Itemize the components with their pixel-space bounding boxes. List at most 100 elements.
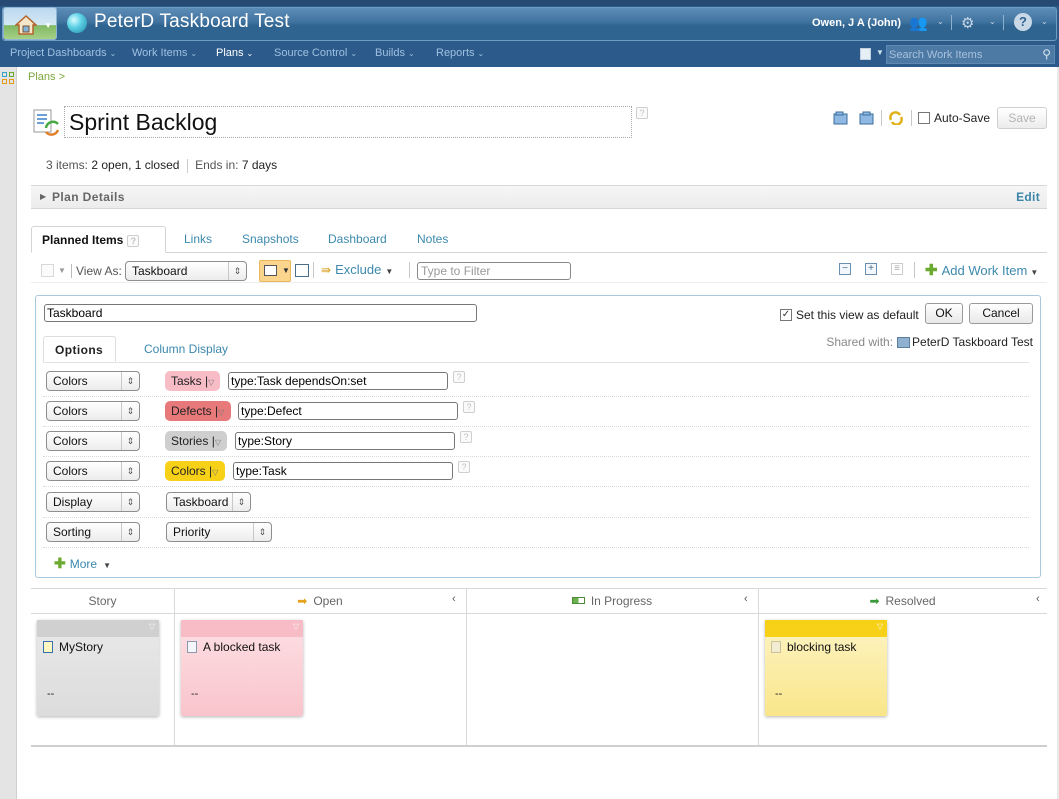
chevron-down-icon[interactable]: ⌄ <box>937 17 944 26</box>
search-input[interactable] <box>889 47 1034 62</box>
chevron-down-icon: ⌄ <box>350 49 358 58</box>
plan-details-label[interactable]: Plan Details <box>52 190 125 204</box>
color-pill-tasks[interactable]: Tasks |▽ <box>165 371 220 391</box>
help-icon[interactable]: ? <box>463 401 475 413</box>
rule-type-select[interactable]: Colors ⇕ <box>46 431 140 451</box>
columns-icon[interactable] <box>295 264 309 277</box>
view-as-select[interactable]: Taskboard ⇕ <box>125 261 247 281</box>
tab-notes[interactable]: Notes <box>417 232 448 246</box>
chevron-down-icon[interactable]: ▽ <box>293 622 299 631</box>
sorting-type-value: Sorting <box>53 525 92 539</box>
add-work-item-button[interactable]: ✚ Add Work Item ▼ <box>925 261 1038 279</box>
work-item-card[interactable]: ▽ MyStory -- <box>37 620 159 716</box>
set-default-checkbox[interactable]: ✓ <box>780 309 792 321</box>
mini-dashboard-icon[interactable] <box>2 72 15 85</box>
gear-icon[interactable]: ⚙ <box>961 14 974 32</box>
users-icon[interactable]: 👥 <box>909 14 928 32</box>
user-name[interactable]: Owen, J A (John) <box>812 17 901 29</box>
card-title-text[interactable]: MyStory <box>59 640 103 654</box>
rule-query-input[interactable] <box>235 432 455 450</box>
card-title-text[interactable]: A blocked task <box>203 640 280 654</box>
expand-window-icon[interactable] <box>858 111 874 125</box>
rule-type-select[interactable]: Colors ⇕ <box>46 401 140 421</box>
set-default-toggle[interactable]: ✓ Set this view as default <box>780 308 919 322</box>
collapse-column-icon[interactable]: ‹ <box>1036 593 1040 605</box>
help-icon[interactable]: ? <box>453 371 465 383</box>
column-header-story: Story <box>31 594 174 608</box>
exclude-button[interactable]: ⇛ Exclude ▼ <box>321 262 393 277</box>
rule-query-input[interactable] <box>228 372 448 390</box>
tab-links[interactable]: Links <box>184 232 212 246</box>
column-divider <box>174 588 175 747</box>
sorting-type-select[interactable]: Sorting ⇕ <box>46 522 140 542</box>
list-view-icon[interactable] <box>860 48 871 60</box>
project-globe-icon <box>67 13 87 33</box>
select-all-checkbox[interactable] <box>41 264 54 277</box>
collapse-all-icon[interactable]: − <box>839 263 851 275</box>
nav-builds[interactable]: Builds ⌄ <box>375 47 415 59</box>
expand-all-icon[interactable]: + <box>865 263 877 275</box>
breadcrumb-plans[interactable]: Plans > <box>28 71 65 83</box>
nav-source-control[interactable]: Source Control ⌄ <box>274 47 357 59</box>
collapse-column-icon[interactable]: ‹ <box>744 593 748 605</box>
color-pill-stories[interactable]: Stories |▽ <box>165 431 227 451</box>
nav-work-items[interactable]: Work Items ⌄ <box>132 47 197 59</box>
ok-button[interactable]: OK <box>925 303 963 324</box>
display-type-select[interactable]: Display ⇕ <box>46 492 140 512</box>
help-icon[interactable]: ? <box>460 431 472 443</box>
tab-options[interactable]: Options <box>43 336 116 362</box>
tab-snapshots[interactable]: Snapshots <box>242 232 299 246</box>
plan-details-section[interactable]: ▶ Plan Details Edit <box>31 185 1047 209</box>
card-title-text[interactable]: blocking task <box>787 640 856 654</box>
chevron-down-icon[interactable]: ▼ <box>58 266 66 275</box>
help-icon[interactable]: ? <box>1014 13 1032 31</box>
cancel-button[interactable]: Cancel <box>969 303 1033 324</box>
refresh-icon[interactable] <box>888 111 904 125</box>
nav-reports[interactable]: Reports ⌄ <box>436 47 484 59</box>
more-button[interactable]: ✚ More ▼ <box>54 555 111 572</box>
save-button[interactable]: Save <box>997 107 1047 129</box>
collapse-window-icon[interactable] <box>833 111 849 125</box>
tab-dashboard[interactable]: Dashboard <box>328 232 387 246</box>
nav-project-dashboards[interactable]: Project Dashboards ⌄ <box>10 47 116 59</box>
work-item-card[interactable]: ▽ A blocked task -- <box>181 620 303 716</box>
plan-title-input[interactable] <box>64 106 632 138</box>
chevron-down-icon[interactable]: ▽ <box>149 622 155 631</box>
numbered-list-icon[interactable]: ≡ <box>891 263 903 275</box>
auto-save-toggle[interactable]: Auto-Save <box>918 111 990 125</box>
help-icon[interactable]: ? <box>127 234 140 247</box>
rule-query-input[interactable] <box>233 462 453 480</box>
chevron-down-icon[interactable]: ⌄ <box>989 17 996 26</box>
card-status: -- <box>47 688 55 700</box>
display-value-select[interactable]: Taskboard ⇕ <box>166 492 251 512</box>
tab-planned-items[interactable]: Planned Items? <box>31 226 166 253</box>
help-icon[interactable]: ? <box>458 461 470 473</box>
chevron-down-icon: ▼ <box>44 21 52 30</box>
help-icon[interactable]: ? <box>636 107 648 119</box>
search-icon[interactable]: ⚲ <box>1042 47 1051 61</box>
edit-view-button[interactable]: ▼ <box>259 260 291 282</box>
shared-team[interactable]: PeterD Taskboard Test <box>912 335 1033 349</box>
work-item-card[interactable]: ▽ blocking task -- <box>765 620 887 716</box>
auto-save-checkbox[interactable] <box>918 112 930 124</box>
chevron-down-icon: ▽ <box>212 468 219 477</box>
view-name-input[interactable] <box>44 304 477 322</box>
rule-type-select[interactable]: Colors ⇕ <box>46 461 140 481</box>
color-pill-colors[interactable]: Colors |▽ <box>165 461 225 481</box>
chevron-down-icon[interactable]: ▽ <box>877 622 883 631</box>
chevron-down-icon[interactable]: ⌄ <box>1041 17 1048 26</box>
tab-column-display[interactable]: Column Display <box>144 342 228 356</box>
rule-type-select[interactable]: Colors ⇕ <box>46 371 140 391</box>
expand-triangle-icon[interactable]: ▶ <box>40 192 46 201</box>
color-pill-defects[interactable]: Defects |▽ <box>165 401 231 421</box>
select-arrows-icon: ⇕ <box>121 523 139 541</box>
chevron-down-icon[interactable]: ▼ <box>876 48 884 57</box>
home-button[interactable]: ▼ <box>3 7 57 40</box>
collapse-column-icon[interactable]: ‹ <box>452 593 456 605</box>
filter-input[interactable] <box>417 262 571 280</box>
sorting-value-select[interactable]: Priority ⇕ <box>166 522 272 542</box>
nav-plans[interactable]: Plans ⌄ <box>216 47 253 59</box>
edit-link[interactable]: Edit <box>1016 190 1040 204</box>
rule-query-input[interactable] <box>238 402 458 420</box>
nav-label: Builds <box>375 47 405 59</box>
